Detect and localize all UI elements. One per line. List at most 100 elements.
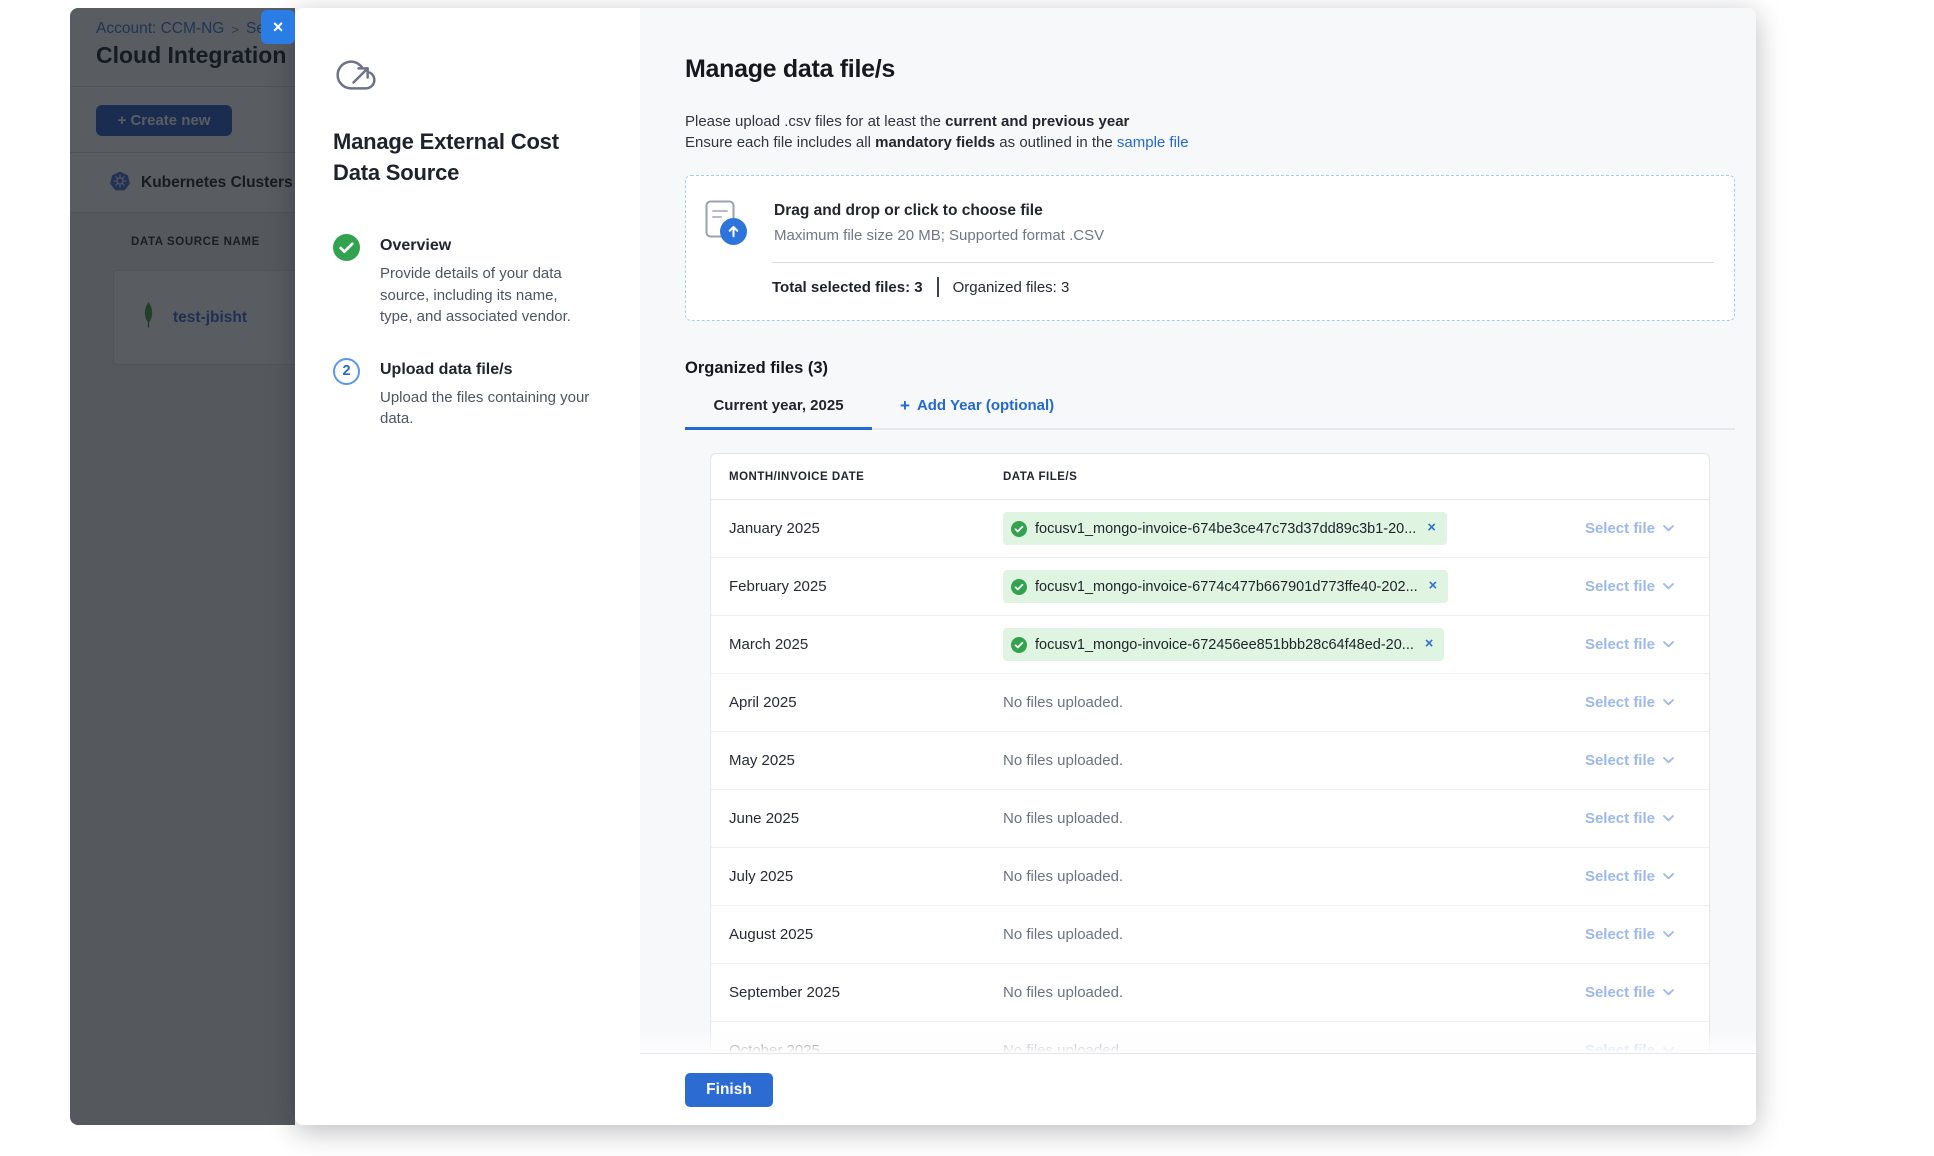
modal-dim-overlay [70,8,295,1125]
table-row: January 2025 focusv1_mongo-invoice-674be… [711,500,1709,558]
select-file-dropdown[interactable]: Select file [1544,926,1709,943]
column-month-invoice-date: MONTH/INVOICE DATE [711,471,1003,483]
row-file-cell: No files uploaded. [1003,1042,1544,1053]
table-row: April 2025 No files uploaded. Select fil… [711,674,1709,732]
select-file-dropdown[interactable]: Select file [1544,1042,1709,1053]
table-row: October 2025 No files uploaded. Select f… [711,1022,1709,1053]
upload-arrow-icon [720,218,747,245]
instruction-line2-bold: mandatory fields [875,134,995,151]
close-button[interactable]: × [261,10,295,44]
dialog-footer: Finish [640,1053,1756,1125]
table-row: June 2025 No files uploaded. Select file [711,790,1709,848]
table-row: September 2025 No files uploaded. Select… [711,964,1709,1022]
finish-button[interactable]: Finish [685,1073,773,1107]
step-upload-data[interactable]: 2 Upload data file/s Upload the files co… [333,358,602,430]
row-month-label: October 2025 [711,1042,1003,1053]
instruction-line2-text2: as outlined in the [995,134,1117,151]
no-files-text: No files uploaded. [1003,694,1123,711]
file-check-icon [1011,579,1027,595]
step-description: Provide details of your data source, inc… [380,263,594,328]
chevron-down-icon [1663,815,1674,822]
background-page: Account: CCM-NG > Set Cloud Integration … [70,8,295,1125]
file-name: focusv1_mongo-invoice-674be3ce47c73d37dd… [1035,521,1416,537]
row-month-label: March 2025 [711,636,1003,653]
no-files-text: No files uploaded. [1003,1042,1123,1053]
row-file-cell: focusv1_mongo-invoice-6774c477b667901d77… [1003,570,1544,603]
select-file-dropdown[interactable]: Select file [1544,752,1709,769]
no-files-text: No files uploaded. [1003,810,1123,827]
no-files-text: No files uploaded. [1003,752,1123,769]
sample-file-link[interactable]: sample file [1117,134,1189,151]
chevron-down-icon [1663,525,1674,532]
plus-icon: + [900,397,910,414]
table-row: August 2025 No files uploaded. Select fi… [711,906,1709,964]
tab-current-year[interactable]: Current year, 2025 [685,397,872,430]
row-month-label: July 2025 [711,868,1003,885]
files-table: MONTH/INVOICE DATE DATA FILE/S January 2… [710,453,1710,1053]
no-files-text: No files uploaded. [1003,868,1123,885]
select-file-label: Select file [1585,984,1655,1001]
dropzone-title: Drag and drop or click to choose file [774,202,1104,220]
file-chip: focusv1_mongo-invoice-674be3ce47c73d37dd… [1003,512,1447,545]
chevron-down-icon [1663,989,1674,996]
dropzone-subtitle: Maximum file size 20 MB; Supported forma… [774,227,1104,244]
row-file-cell: focusv1_mongo-invoice-674be3ce47c73d37dd… [1003,512,1544,545]
select-file-label: Select file [1585,810,1655,827]
file-dropzone[interactable]: Drag and drop or click to choose file Ma… [685,175,1735,321]
instruction-line1-text: Please upload .csv files for at least th… [685,113,945,130]
select-file-label: Select file [1585,694,1655,711]
organized-files-heading: Organized files (3) [685,359,1735,378]
remove-file-icon[interactable]: × [1425,637,1433,652]
row-month-label: June 2025 [711,810,1003,827]
step-description: Upload the files containing your data. [380,387,594,430]
instruction-line2-text: Ensure each file includes all [685,134,875,151]
file-upload-icon [705,200,751,248]
select-file-dropdown[interactable]: Select file [1544,984,1709,1001]
file-name: focusv1_mongo-invoice-6774c477b667901d77… [1035,579,1418,595]
row-month-label: September 2025 [711,984,1003,1001]
row-month-label: May 2025 [711,752,1003,769]
file-check-icon [1011,637,1027,653]
select-file-dropdown[interactable]: Select file [1544,694,1709,711]
cloud-export-icon [333,82,379,99]
chevron-down-icon [1663,757,1674,764]
close-icon: × [273,18,284,36]
step-overview[interactable]: Overview Provide details of your data so… [333,234,602,328]
no-files-text: No files uploaded. [1003,926,1123,943]
select-file-dropdown[interactable]: Select file [1544,868,1709,885]
select-file-dropdown[interactable]: Select file [1544,810,1709,827]
select-file-label: Select file [1585,752,1655,769]
select-file-dropdown[interactable]: Select file [1544,520,1709,537]
select-file-label: Select file [1585,578,1655,595]
add-year-button[interactable]: + Add Year (optional) [900,397,1054,428]
row-file-cell: focusv1_mongo-invoice-672456ee851bbb28c6… [1003,628,1544,661]
table-row: February 2025 focusv1_mongo-invoice-6774… [711,558,1709,616]
step-title: Overview [380,234,594,255]
divider [772,262,1714,263]
file-chip: focusv1_mongo-invoice-672456ee851bbb28c6… [1003,628,1444,661]
select-file-dropdown[interactable]: Select file [1544,636,1709,653]
remove-file-icon[interactable]: × [1429,579,1437,594]
file-name: focusv1_mongo-invoice-672456ee851bbb28c6… [1035,637,1414,653]
table-row: March 2025 focusv1_mongo-invoice-672456e… [711,616,1709,674]
row-month-label: January 2025 [711,520,1003,537]
table-body: January 2025 focusv1_mongo-invoice-674be… [711,500,1709,1053]
no-files-text: No files uploaded. [1003,984,1123,1001]
remove-file-icon[interactable]: × [1427,521,1435,536]
row-file-cell: No files uploaded. [1003,984,1544,1001]
select-file-label: Select file [1585,926,1655,943]
instruction-line1-bold: current and previous year [945,113,1129,130]
row-file-cell: No files uploaded. [1003,868,1544,885]
row-file-cell: No files uploaded. [1003,810,1544,827]
select-file-dropdown[interactable]: Select file [1544,578,1709,595]
add-year-label: Add Year (optional) [917,397,1054,414]
row-month-label: February 2025 [711,578,1003,595]
table-header-row: MONTH/INVOICE DATE DATA FILE/S [711,454,1709,500]
select-file-label: Select file [1585,868,1655,885]
table-row: July 2025 No files uploaded. Select file [711,848,1709,906]
table-row: May 2025 No files uploaded. Select file [711,732,1709,790]
step-number-badge: 2 [333,358,360,385]
chevron-down-icon [1663,931,1674,938]
row-file-cell: No files uploaded. [1003,926,1544,943]
row-month-label: April 2025 [711,694,1003,711]
